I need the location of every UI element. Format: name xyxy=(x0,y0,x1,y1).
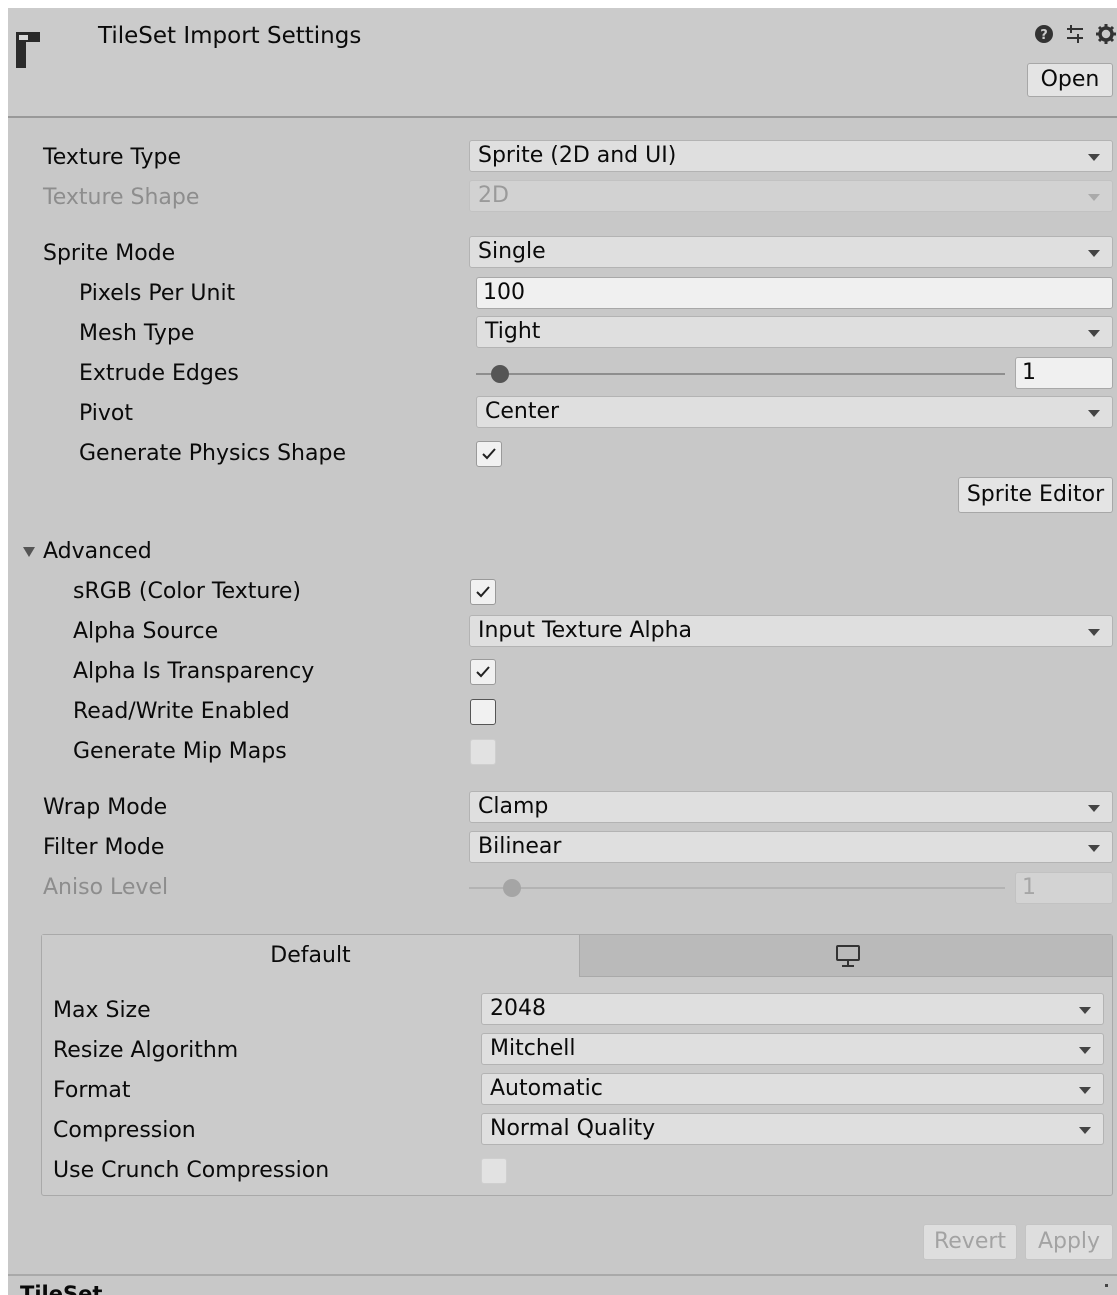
pivot-label: Pivot xyxy=(79,401,134,426)
monitor-icon xyxy=(836,945,860,967)
texture-type-label: Texture Type xyxy=(43,145,182,170)
read-write-label: Read/Write Enabled xyxy=(73,699,290,724)
alpha-source-label: Alpha Source xyxy=(73,619,219,644)
chevron-down-icon xyxy=(1088,250,1100,257)
inspector-title: TileSet Import Settings xyxy=(98,23,362,49)
filter-mode-label: Filter Mode xyxy=(43,835,165,860)
resize-algorithm-dropdown[interactable]: Mitchell xyxy=(481,1033,1104,1065)
tab-default[interactable]: Default xyxy=(42,935,579,977)
inspector-header: TileSet Import Settings ? Open xyxy=(8,8,1117,118)
chevron-down-icon xyxy=(1088,410,1100,417)
format-label: Format xyxy=(53,1078,131,1103)
extrude-edges-slider-handle[interactable] xyxy=(491,365,509,383)
help-icon[interactable]: ? xyxy=(1034,24,1054,44)
chevron-down-icon xyxy=(1088,845,1100,852)
chevron-down-icon xyxy=(1088,154,1100,161)
extrude-edges-field[interactable]: 1 xyxy=(1015,357,1113,389)
platform-settings-panel: Default Max Size 2048 Resize Algorithm M… xyxy=(41,934,1113,1196)
alpha-source-dropdown[interactable]: Input Texture Alpha xyxy=(469,615,1113,647)
preset-icon[interactable] xyxy=(1064,23,1086,45)
filter-mode-dropdown[interactable]: Bilinear xyxy=(469,831,1113,863)
generate-mip-maps-label: Generate Mip Maps xyxy=(73,739,287,764)
revert-button[interactable]: Revert xyxy=(923,1224,1017,1260)
texture-type-dropdown[interactable]: Sprite (2D and UI) xyxy=(469,140,1113,172)
texture-shape-label: Texture Shape xyxy=(43,185,200,210)
checkmark-icon xyxy=(476,586,490,598)
sprite-mode-dropdown[interactable]: Single xyxy=(469,236,1113,268)
mesh-type-label: Mesh Type xyxy=(79,321,195,346)
extrude-edges-label: Extrude Edges xyxy=(79,361,239,386)
aniso-level-field: 1 xyxy=(1015,872,1113,904)
checkmark-icon xyxy=(482,448,496,460)
tab-standalone[interactable] xyxy=(579,935,1112,977)
aniso-level-label: Aniso Level xyxy=(43,875,169,900)
resize-algorithm-label: Resize Algorithm xyxy=(53,1038,239,1063)
use-crunch-compression-label: Use Crunch Compression xyxy=(53,1158,330,1183)
advanced-foldout[interactable]: Advanced xyxy=(43,538,152,566)
srgb-label: sRGB (Color Texture) xyxy=(73,579,302,604)
compression-dropdown[interactable]: Normal Quality xyxy=(481,1113,1104,1145)
chevron-down-icon xyxy=(1079,1047,1091,1054)
foldout-arrow-icon[interactable] xyxy=(22,546,36,558)
generate-physics-shape-label: Generate Physics Shape xyxy=(79,441,346,466)
checkmark-icon xyxy=(476,666,490,678)
generate-mip-maps-checkbox[interactable] xyxy=(470,739,496,765)
chevron-down-icon xyxy=(1088,805,1100,812)
max-size-dropdown[interactable]: 2048 xyxy=(481,993,1104,1025)
chevron-down-icon xyxy=(1088,194,1100,201)
apply-button[interactable]: Apply xyxy=(1025,1224,1113,1260)
aniso-level-slider-handle xyxy=(503,879,521,897)
chevron-down-icon xyxy=(1079,1007,1091,1014)
mesh-type-dropdown[interactable]: Tight xyxy=(476,316,1113,348)
pixels-per-unit-field[interactable]: 100 xyxy=(476,277,1113,309)
max-size-label: Max Size xyxy=(53,998,151,1023)
chevron-down-icon xyxy=(1088,330,1100,337)
alpha-is-transparency-checkbox[interactable] xyxy=(470,659,496,685)
wrap-mode-label: Wrap Mode xyxy=(43,795,168,820)
more-options-icon[interactable] xyxy=(1105,1284,1108,1287)
open-button[interactable]: Open xyxy=(1027,63,1113,97)
settings-gear-icon[interactable] xyxy=(1095,23,1117,45)
pivot-dropdown[interactable]: Center xyxy=(476,396,1113,428)
chevron-down-icon xyxy=(1079,1087,1091,1094)
srgb-checkbox[interactable] xyxy=(470,579,496,605)
import-settings-inspector: TileSet Import Settings ? Open Texture T… xyxy=(8,8,1117,1295)
format-dropdown[interactable]: Automatic xyxy=(481,1073,1104,1105)
pixels-per-unit-label: Pixels Per Unit xyxy=(79,281,236,306)
compression-label: Compression xyxy=(53,1118,196,1143)
sprite-mode-label: Sprite Mode xyxy=(43,241,176,266)
asset-icon xyxy=(16,32,40,68)
use-crunch-compression-checkbox[interactable] xyxy=(481,1158,507,1184)
texture-shape-dropdown: 2D xyxy=(469,180,1113,212)
aniso-level-slider-track xyxy=(469,887,1005,889)
sprite-editor-button[interactable]: Sprite Editor xyxy=(958,477,1113,513)
section-divider xyxy=(8,1274,1117,1276)
generate-physics-shape-checkbox[interactable] xyxy=(476,441,502,467)
extrude-edges-slider-track[interactable] xyxy=(476,373,1005,375)
svg-text:?: ? xyxy=(1040,28,1048,43)
next-component-title: TileSet xyxy=(20,1282,103,1295)
read-write-checkbox[interactable] xyxy=(470,699,496,725)
wrap-mode-dropdown[interactable]: Clamp xyxy=(469,791,1113,823)
chevron-down-icon xyxy=(1079,1127,1091,1134)
chevron-down-icon xyxy=(1088,629,1100,636)
alpha-is-transparency-label: Alpha Is Transparency xyxy=(73,659,315,684)
